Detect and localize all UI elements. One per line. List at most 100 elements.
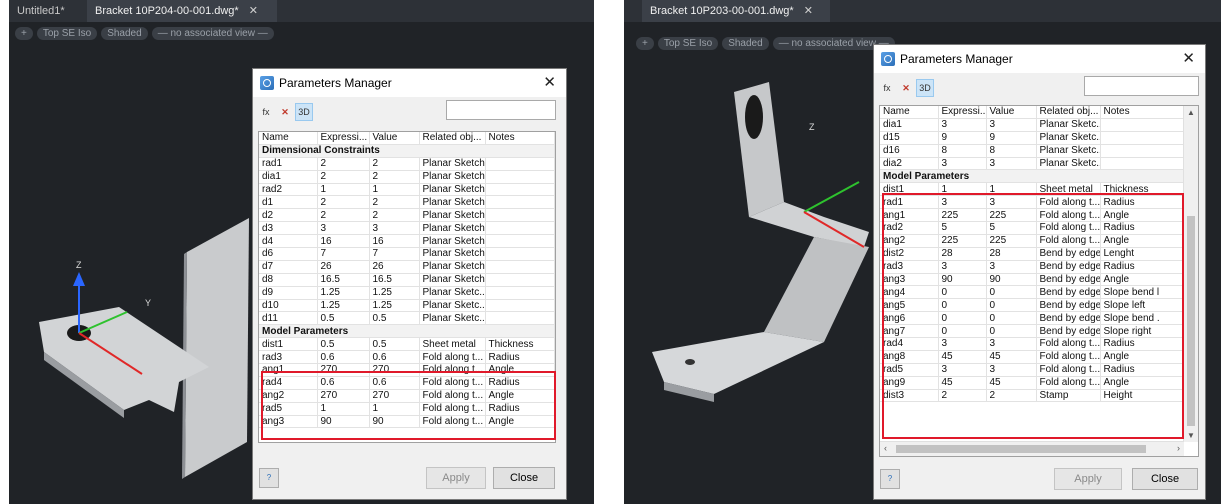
parameter-cell[interactable]: 2 bbox=[938, 389, 987, 403]
parameter-cell[interactable]: 3 bbox=[938, 363, 987, 377]
parameter-row[interactable]: d9 1.25 1.25 Planar Sketc... bbox=[259, 286, 555, 300]
parameter-cell[interactable]: 9 bbox=[938, 131, 987, 145]
column-header[interactable]: Name bbox=[880, 106, 939, 119]
parameter-cell[interactable]: 7 bbox=[369, 247, 420, 261]
parameter-row[interactable]: ang3 90 90 Fold along t... Angle bbox=[259, 415, 555, 429]
parameter-cell[interactable]: d9 bbox=[259, 286, 318, 300]
parameter-row[interactable]: d16 8 8 Planar Sketc... bbox=[880, 144, 1186, 158]
parameter-row[interactable]: d6 7 7 Planar Sketch bbox=[259, 247, 555, 261]
close-button[interactable]: Close bbox=[1132, 468, 1198, 490]
parameter-row[interactable]: rad4 0.6 0.6 Fold along t... Radius bbox=[259, 376, 555, 390]
column-header[interactable]: Related obj... bbox=[1036, 106, 1101, 119]
add-parameter-icon[interactable]: fx bbox=[257, 103, 275, 121]
parameter-cell[interactable]: d6 bbox=[259, 247, 318, 261]
parameter-cell[interactable]: Planar Sketc... bbox=[419, 299, 486, 313]
parameter-cell[interactable]: 2 bbox=[369, 170, 420, 184]
parameter-cell[interactable] bbox=[485, 311, 555, 326]
parameter-cell[interactable]: dia1 bbox=[880, 118, 939, 132]
scroll-left-icon[interactable]: ‹ bbox=[884, 443, 887, 453]
parameter-cell[interactable]: 45 bbox=[938, 350, 987, 364]
parameter-cell[interactable]: Slope left bbox=[1100, 298, 1186, 313]
parameter-cell[interactable]: 0.6 bbox=[317, 376, 370, 390]
parameter-row[interactable]: rad5 3 3 Fold along t... Radius bbox=[880, 363, 1186, 377]
parameter-cell[interactable]: rad2 bbox=[880, 221, 939, 235]
parameter-cell[interactable]: 0.6 bbox=[317, 350, 370, 365]
parameter-row[interactable]: dist3 2 2 Stamp Height bbox=[880, 389, 1186, 403]
parameter-cell[interactable]: Bend by edge bbox=[1036, 311, 1101, 326]
parameter-cell[interactable]: 90 bbox=[317, 415, 370, 429]
parameter-cell[interactable]: rad5 bbox=[259, 402, 318, 416]
parameter-cell[interactable]: 3 bbox=[986, 195, 1037, 210]
parameter-row[interactable]: rad2 1 1 Planar Sketch bbox=[259, 183, 555, 197]
parameter-cell[interactable]: 3 bbox=[938, 195, 987, 210]
parameter-cell[interactable]: 16 bbox=[317, 234, 370, 249]
parameter-cell[interactable]: 7 bbox=[317, 247, 370, 261]
parameter-cell[interactable]: 8 bbox=[938, 144, 987, 158]
parameter-cell[interactable]: 0 bbox=[938, 311, 987, 326]
parameter-cell[interactable]: 0.6 bbox=[369, 376, 420, 390]
parameter-row[interactable]: ang1 270 270 Fold along t... Angle bbox=[259, 363, 555, 377]
parameter-cell[interactable]: dist1 bbox=[880, 182, 939, 197]
parameter-cell[interactable]: 2 bbox=[369, 195, 420, 210]
parameter-cell[interactable]: d1 bbox=[259, 195, 318, 210]
parameter-row[interactable]: dist1 1 1 Sheet metal Thickness bbox=[880, 182, 1186, 197]
parameter-cell[interactable]: 1 bbox=[369, 402, 420, 416]
parameter-cell[interactable]: Planar Sketch bbox=[419, 157, 486, 171]
parameter-cell[interactable]: 3 bbox=[986, 118, 1037, 132]
parameter-cell[interactable]: 0.5 bbox=[369, 337, 420, 352]
column-header[interactable]: Notes bbox=[485, 132, 555, 145]
parameter-cell[interactable]: 2 bbox=[317, 195, 370, 210]
group-row[interactable]: Model Parameters bbox=[259, 324, 555, 339]
parameter-cell[interactable]: 0 bbox=[938, 285, 987, 300]
parameter-cell[interactable]: rad1 bbox=[880, 195, 939, 210]
view-add-button[interactable]: + bbox=[15, 27, 33, 40]
parameter-row[interactable]: dist1 0.5 0.5 Sheet metal Thickness bbox=[259, 337, 555, 352]
parameter-cell[interactable]: 1 bbox=[317, 183, 370, 197]
column-header[interactable]: Name bbox=[259, 132, 318, 145]
parameter-cell[interactable] bbox=[485, 299, 555, 313]
tab-bracket-10p203[interactable]: Bracket 10P203-00-001.dwg* ✕ bbox=[642, 0, 830, 22]
parameter-cell[interactable]: 1 bbox=[369, 183, 420, 197]
parameter-cell[interactable]: 225 bbox=[938, 234, 987, 248]
parameter-cell[interactable]: 45 bbox=[986, 376, 1037, 390]
parameter-cell[interactable] bbox=[485, 157, 555, 171]
parameter-cell[interactable]: 0.6 bbox=[369, 350, 420, 365]
parameter-cell[interactable]: 3 bbox=[986, 260, 1037, 274]
parameter-row[interactable]: rad4 3 3 Fold along t... Radius bbox=[880, 337, 1186, 351]
parameter-cell[interactable]: ang8 bbox=[880, 350, 939, 364]
delete-parameter-icon[interactable]: ✕ bbox=[276, 103, 294, 121]
parameter-cell[interactable]: Radius bbox=[485, 350, 555, 365]
parameter-cell[interactable]: Fold along t... bbox=[419, 363, 486, 377]
parameter-cell[interactable]: 225 bbox=[986, 208, 1037, 223]
help-icon[interactable]: ? bbox=[880, 469, 900, 489]
parameter-cell[interactable]: dist2 bbox=[880, 247, 939, 261]
parameter-cell[interactable]: Thickness bbox=[485, 337, 555, 352]
parameter-cell[interactable]: Fold along t... bbox=[1036, 208, 1101, 223]
parameter-cell[interactable]: 45 bbox=[938, 376, 987, 390]
parameter-cell[interactable]: Planar Sketch bbox=[419, 221, 486, 236]
parameter-cell[interactable]: rad2 bbox=[259, 183, 318, 197]
scroll-down-icon[interactable]: ▼ bbox=[1184, 431, 1198, 440]
dialog-close-icon[interactable]: ✕ bbox=[1182, 49, 1195, 67]
filter-3d-icon[interactable]: 3D bbox=[295, 103, 313, 121]
parameter-cell[interactable]: 3 bbox=[986, 157, 1037, 171]
parameter-cell[interactable]: Bend by edge bbox=[1036, 298, 1101, 313]
parameter-cell[interactable]: 3 bbox=[986, 337, 1037, 351]
parameter-cell[interactable] bbox=[485, 221, 555, 236]
dialog-close-icon[interactable]: ✕ bbox=[543, 73, 556, 91]
group-row[interactable]: Dimensional Constraints bbox=[259, 144, 555, 158]
parameter-cell[interactable]: 16.5 bbox=[369, 273, 420, 287]
delete-parameter-icon[interactable]: ✕ bbox=[897, 79, 915, 97]
parameter-cell[interactable]: d15 bbox=[880, 131, 939, 145]
parameter-row[interactable]: dia1 2 2 Planar Sketch bbox=[259, 170, 555, 184]
parameter-cell[interactable]: Fold along t... bbox=[1036, 337, 1101, 351]
parameter-cell[interactable]: 3 bbox=[938, 260, 987, 274]
parameter-cell[interactable]: Angle bbox=[1100, 350, 1186, 364]
parameter-cell[interactable]: rad3 bbox=[259, 350, 318, 365]
parameter-cell[interactable]: 3 bbox=[938, 337, 987, 351]
parameter-cell[interactable]: Radius bbox=[485, 402, 555, 416]
visual-style-button[interactable]: Shaded bbox=[722, 37, 769, 50]
column-header[interactable]: Value bbox=[369, 132, 420, 145]
parameter-row[interactable]: dia2 3 3 Planar Sketc... bbox=[880, 157, 1186, 171]
parameter-cell[interactable]: d10 bbox=[259, 299, 318, 313]
